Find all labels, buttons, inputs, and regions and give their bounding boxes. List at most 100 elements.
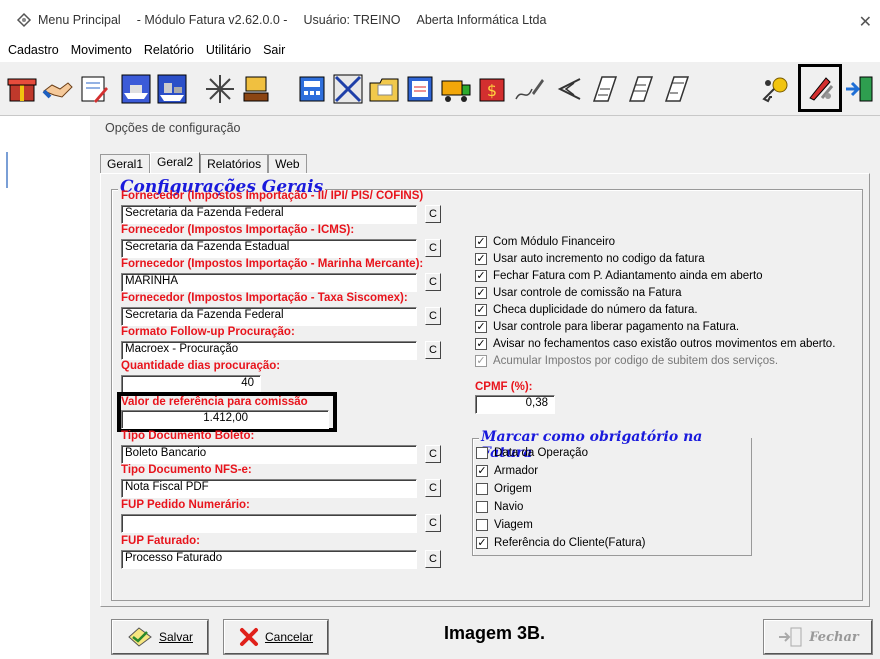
chk-data-operacao-label: Data da Operação: [494, 447, 588, 459]
key-icon[interactable]: [760, 72, 792, 106]
handshake-icon[interactable]: [42, 72, 74, 106]
container-ship-icon[interactable]: [156, 72, 188, 106]
page-icon-3[interactable]: [660, 72, 692, 106]
fup-faturado-lookup-button[interactable]: C: [425, 550, 441, 568]
fornecedor-siscomex-lookup-button[interactable]: C: [425, 307, 441, 325]
followup-procuracao-lookup-button[interactable]: C: [425, 341, 441, 359]
fornecedor-marinha-input[interactable]: MARINHA: [121, 273, 417, 292]
chk-origem[interactable]: Origem: [476, 483, 532, 495]
fornecedor-federal-input[interactable]: Secretaria da Fazenda Federal: [121, 205, 417, 224]
checkbox-checked-icon: ✓: [475, 304, 487, 316]
pen-signature-icon[interactable]: [512, 72, 544, 106]
followup-procuracao-input[interactable]: Macroex - Procuração: [121, 341, 417, 360]
field-label-fup-faturado: FUP Faturado:: [121, 535, 201, 547]
chk-referencia-cliente-label: Referência do Cliente(Fatura): [494, 537, 646, 549]
checkbox-empty-icon: [476, 483, 488, 495]
stamp-icon[interactable]: [240, 72, 272, 106]
fup-pedido-input[interactable]: [121, 514, 417, 533]
menu-sair[interactable]: Sair: [263, 43, 285, 57]
fornecedor-icms-input[interactable]: Secretaria da Fazenda Estadual: [121, 239, 417, 258]
menu-utilitario[interactable]: Utilitário: [206, 43, 251, 57]
chk-navio-label: Navio: [494, 501, 524, 513]
cpmf-input[interactable]: 0,38: [475, 395, 555, 414]
chk-data-operacao[interactable]: Data da Operação: [476, 447, 588, 459]
fup-faturado-input[interactable]: Processo Faturado: [121, 550, 417, 569]
cancel-button-label: Cancelar: [264, 630, 314, 644]
exit-icon[interactable]: [844, 72, 876, 106]
chk-controle-comissao[interactable]: ✓ Usar controle de comissão na Fatura: [475, 287, 682, 299]
checkbox-checked-icon: ✓: [475, 253, 487, 265]
gift-icon[interactable]: [6, 72, 38, 106]
checkbox-checked-icon: ✓: [475, 355, 487, 367]
checkbox-checked-icon: ✓: [475, 287, 487, 299]
checkbox-empty-icon: [476, 501, 488, 513]
chk-origem-label: Origem: [494, 483, 532, 495]
chk-avisar-fechamentos[interactable]: ✓ Avisar no fechamentos caso existão out…: [475, 338, 835, 350]
field-label-fup-pedido: FUP Pedido Numerário:: [121, 499, 250, 511]
chk-modulo-financeiro-label: Com Módulo Financeiro: [493, 236, 616, 248]
left-accent-line: [6, 152, 8, 188]
save-icon: [127, 626, 153, 648]
fup-pedido-lookup-button[interactable]: C: [425, 514, 441, 532]
sparkle-icon[interactable]: [204, 72, 236, 106]
tab-web[interactable]: Web: [268, 154, 307, 174]
tipo-boleto-lookup-button[interactable]: C: [425, 445, 441, 463]
fornecedor-icms-lookup-button[interactable]: C: [425, 239, 441, 257]
chk-auto-incremento-label: Usar auto incremento no codigo da fatura: [493, 253, 705, 265]
fornecedor-siscomex-input[interactable]: Secretaria da Fazenda Federal: [121, 307, 417, 326]
truck-icon[interactable]: [440, 72, 472, 106]
chk-duplicidade[interactable]: ✓ Checa duplicidade do número da fatura.: [475, 304, 698, 316]
tab-geral2[interactable]: Geral2: [150, 152, 201, 174]
field-label-fornecedor-federal: Fornecedor (Impostos Importação - II/ IP…: [121, 190, 424, 202]
chk-referencia-cliente[interactable]: ✓ Referência do Cliente(Fatura): [476, 537, 646, 549]
chk-viagem[interactable]: Viagem: [476, 519, 533, 531]
field-label-valor-comissao: Valor de referência para comissão: [121, 396, 308, 408]
field-label-tipo-boleto: Tipo Documento Boleto:: [121, 430, 255, 442]
app-icon: [16, 12, 32, 28]
chk-auto-incremento[interactable]: ✓ Usar auto incremento no codigo da fatu…: [475, 253, 705, 265]
chk-armador[interactable]: ✓ Armador: [476, 465, 538, 477]
tools-icon[interactable]: [798, 64, 842, 112]
checkbox-empty-icon: [476, 447, 488, 459]
folder-icon[interactable]: [368, 72, 400, 106]
save-button[interactable]: Salvar: [111, 619, 209, 655]
chk-modulo-financeiro[interactable]: ✓ Com Módulo Financeiro: [475, 236, 615, 248]
chk-fechar-fatura[interactable]: ✓ Fechar Fatura com P. Adiantamento aind…: [475, 270, 763, 282]
page-icon-1[interactable]: [588, 72, 620, 106]
tipo-nfse-input[interactable]: Nota Fiscal PDF: [121, 479, 417, 498]
cancel-x-icon: [239, 627, 259, 647]
close-button-label: Fechar: [809, 629, 859, 645]
money-icon[interactable]: $: [476, 72, 508, 106]
fornecedor-federal-lookup-button[interactable]: C: [425, 205, 441, 223]
menu-movimento[interactable]: Movimento: [71, 43, 132, 57]
report-icon[interactable]: [404, 72, 436, 106]
window-title-module: - Módulo Fatura v2.62.0.0 -: [136, 13, 288, 27]
chk-navio[interactable]: Navio: [476, 501, 523, 513]
field-label-fornecedor-marinha: Fornecedor (Impostos Importação - Marinh…: [121, 258, 424, 270]
svg-text:$: $: [487, 81, 497, 100]
chk-liberar-pagamento[interactable]: ✓ Usar controle para liberar pagamento n…: [475, 321, 739, 333]
page-icon-2[interactable]: [624, 72, 656, 106]
field-label-tipo-nfse: Tipo Documento NFS-e:: [121, 464, 252, 476]
calculator-icon[interactable]: [296, 72, 328, 106]
arrow-left-icon[interactable]: [552, 72, 584, 106]
menu-relatorio[interactable]: Relatório: [144, 43, 194, 57]
ship-icon[interactable]: [120, 72, 152, 106]
window-title-app: Menu Principal: [38, 13, 121, 27]
mandatory-fields-group: Marcar como obrigatório na Fatura Data d…: [472, 429, 752, 556]
document-pen-icon[interactable]: [78, 72, 110, 106]
close-window-button[interactable]: ✕: [859, 12, 872, 32]
toolbar: $: [0, 62, 880, 116]
tab-geral1[interactable]: Geral1: [100, 154, 151, 174]
config-form: Opções de configuração Geral1 Geral2 Rel…: [90, 116, 880, 659]
tipo-boleto-input[interactable]: Boleto Bancario: [121, 445, 417, 464]
close-button[interactable]: Fechar: [763, 619, 873, 655]
tipo-nfse-lookup-button[interactable]: C: [425, 479, 441, 497]
fornecedor-marinha-lookup-button[interactable]: C: [425, 273, 441, 291]
tab-relatorios[interactable]: Relatórios: [200, 154, 269, 174]
menu-cadastro[interactable]: Cadastro: [8, 43, 59, 57]
field-label-fornecedor-icms: Fornecedor (Impostos Importação - ICMS):: [121, 224, 355, 236]
valor-comissao-input[interactable]: 1.412,00: [121, 410, 329, 429]
package-icon[interactable]: [332, 72, 364, 106]
cancel-button[interactable]: Cancelar: [223, 619, 329, 655]
